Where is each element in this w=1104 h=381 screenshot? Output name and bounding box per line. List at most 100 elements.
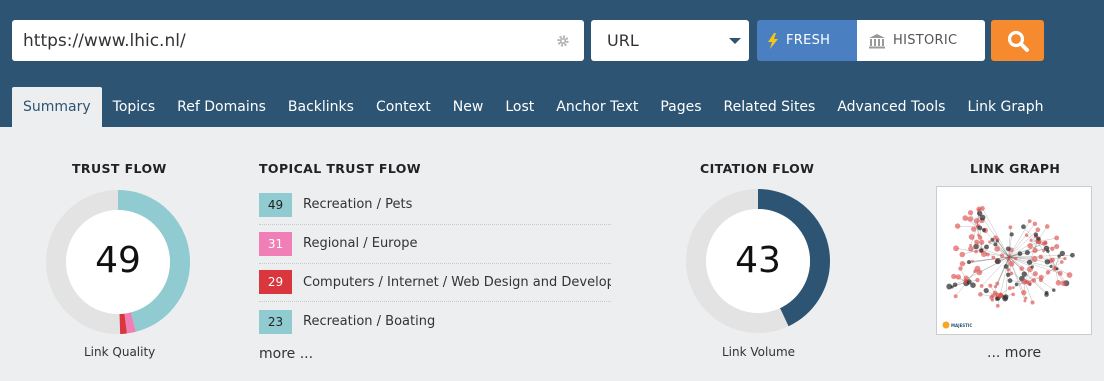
graph-node xyxy=(979,248,984,253)
graph-node xyxy=(1029,238,1033,242)
graph-node xyxy=(1044,224,1050,229)
graph-node xyxy=(953,294,958,299)
tab-anchor-text[interactable]: Anchor Text xyxy=(545,87,649,127)
score-badge: 49 xyxy=(259,192,292,217)
scope-select[interactable]: URL xyxy=(591,20,749,61)
graph-node xyxy=(963,278,968,283)
graph-node xyxy=(1007,254,1012,259)
graph-node xyxy=(1038,274,1044,280)
graph-node xyxy=(952,282,958,288)
graph-node xyxy=(1050,257,1055,263)
graph-node xyxy=(962,215,969,221)
graph-node xyxy=(967,216,974,222)
graph-node xyxy=(959,251,965,258)
graph-node xyxy=(1055,267,1059,271)
tab-backlinks[interactable]: Backlinks xyxy=(277,87,365,127)
url-input[interactable]: https://www.lhic.nl/ xyxy=(12,20,584,61)
search-button[interactable] xyxy=(991,20,1044,61)
graph-node xyxy=(990,298,995,302)
graph-node xyxy=(951,273,957,280)
graph-node xyxy=(995,296,1000,301)
graph-node xyxy=(1050,246,1055,252)
graph-node xyxy=(1031,278,1037,283)
graph-node xyxy=(1008,260,1015,267)
historic-button[interactable]: HISTORIC xyxy=(857,20,985,61)
topic-label: Recreation / Boating xyxy=(303,314,436,330)
graph-node xyxy=(1070,252,1075,258)
fresh-label: FRESH xyxy=(786,33,831,48)
tab-topics[interactable]: Topics xyxy=(102,87,167,127)
graph-node xyxy=(995,281,1000,286)
graph-node xyxy=(1038,254,1043,260)
graph-node xyxy=(980,205,985,211)
graph-node xyxy=(1057,254,1061,258)
list-item[interactable]: 29 Computers / Internet / Web Design and… xyxy=(259,264,611,303)
graph-node xyxy=(1049,264,1053,268)
graph-node xyxy=(1006,268,1011,272)
topic-label: Recreation / Pets xyxy=(303,197,413,213)
graph-node xyxy=(979,239,985,245)
link-graph-more-link[interactable]: ... more xyxy=(987,345,1041,361)
tab-advanced-tools[interactable]: Advanced Tools xyxy=(826,87,956,127)
link-graph-thumbnail[interactable]: MAJESTIC xyxy=(936,186,1092,335)
chevron-down-icon xyxy=(729,37,741,44)
graph-node xyxy=(1008,225,1013,230)
search-icon xyxy=(1007,30,1029,52)
tab-context[interactable]: Context xyxy=(365,87,442,127)
top-bar: https://www.lhic.nl/ URL FRESH HISTORIC xyxy=(0,0,1104,127)
graph-node xyxy=(993,235,998,240)
graph-node xyxy=(1030,300,1035,305)
graph-node xyxy=(1021,278,1028,285)
graph-node xyxy=(993,285,998,289)
graph-node xyxy=(954,223,961,229)
graph-node xyxy=(1031,256,1038,263)
majestic-logo-icon xyxy=(942,321,950,329)
trust-flow-title: TRUST FLOW xyxy=(72,161,167,176)
graph-node xyxy=(1021,290,1027,296)
graph-node xyxy=(1027,280,1032,286)
graph-node xyxy=(1035,227,1041,233)
graph-node xyxy=(958,266,963,271)
graph-node xyxy=(1026,259,1033,265)
majestic-logo-text: MAJESTIC xyxy=(951,322,973,328)
graph-node xyxy=(967,209,974,216)
graph-node xyxy=(968,246,974,252)
graph-node xyxy=(995,303,1000,308)
tab-summary[interactable]: Summary xyxy=(12,87,102,127)
list-item[interactable]: 23 Recreation / Boating xyxy=(259,302,611,341)
graph-node xyxy=(1055,280,1062,286)
graph-node xyxy=(994,258,1001,265)
graph-node xyxy=(968,233,975,240)
graph-node xyxy=(988,240,991,244)
graph-node xyxy=(1027,219,1032,224)
graph-node xyxy=(973,217,980,224)
graph-node xyxy=(976,269,983,276)
graph-node xyxy=(1032,271,1038,277)
lightning-icon xyxy=(768,32,778,49)
tab-lost[interactable]: Lost xyxy=(494,87,545,127)
graph-node xyxy=(981,228,986,233)
graph-node xyxy=(994,246,1000,252)
trust-flow-subtitle: Link Quality xyxy=(84,345,156,359)
topical-more-link[interactable]: more ... xyxy=(259,346,313,362)
graph-node xyxy=(1024,233,1029,238)
graph-node xyxy=(1054,235,1060,241)
graph-node xyxy=(984,244,989,250)
tab-pages[interactable]: Pages xyxy=(649,87,712,127)
graph-node xyxy=(1063,257,1067,261)
graph-node xyxy=(1054,243,1060,250)
graph-node xyxy=(1007,278,1013,284)
list-item[interactable]: 31 Regional / Europe xyxy=(259,225,611,264)
url-input-value[interactable]: https://www.lhic.nl/ xyxy=(23,31,556,51)
graph-node xyxy=(1059,260,1064,264)
tab-related-sites[interactable]: Related Sites xyxy=(713,87,827,127)
tab-link-graph[interactable]: Link Graph xyxy=(956,87,1054,127)
tab-new[interactable]: New xyxy=(442,87,495,127)
graph-node xyxy=(977,225,983,231)
tab-ref-domains[interactable]: Ref Domains xyxy=(166,87,277,127)
graph-node xyxy=(1005,246,1011,252)
list-item[interactable]: 49 Recreation / Pets xyxy=(259,186,611,225)
fresh-button[interactable]: FRESH xyxy=(757,20,857,61)
gear-icon[interactable] xyxy=(556,34,570,48)
citation-flow-subtitle: Link Volume xyxy=(722,345,796,359)
